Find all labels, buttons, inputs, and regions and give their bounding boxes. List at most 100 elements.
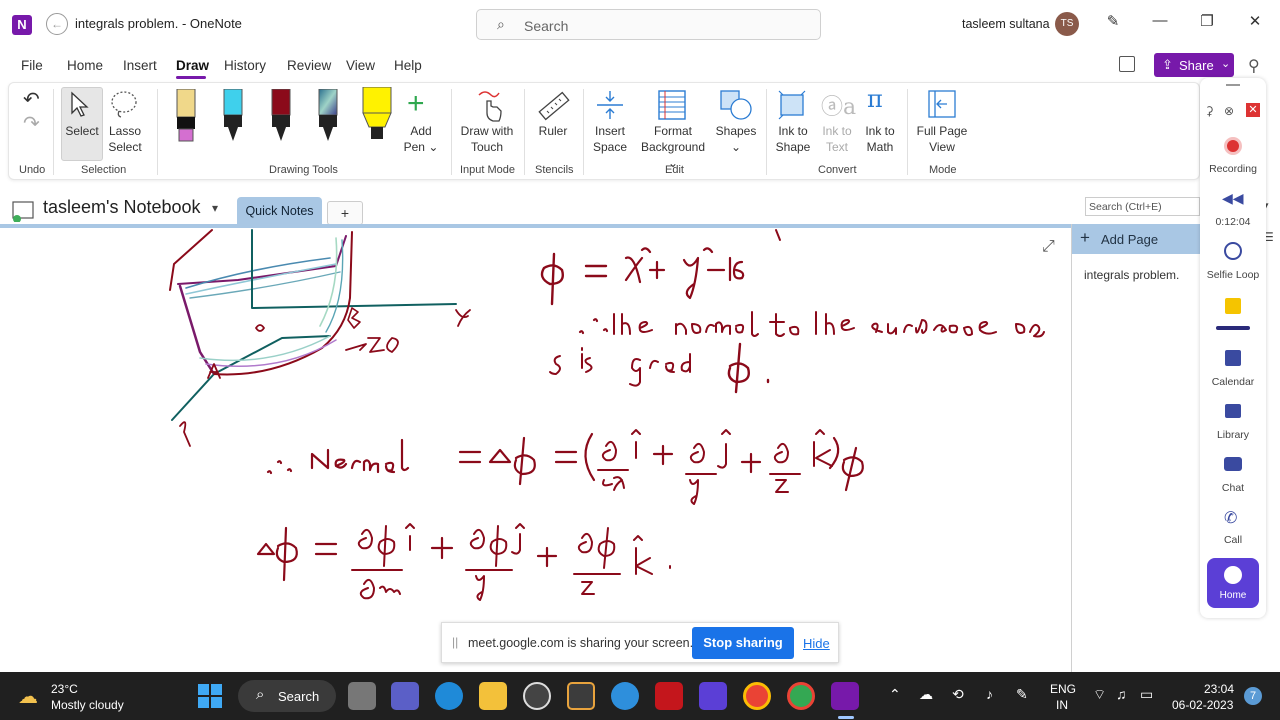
notebook-name[interactable]: tasleem's Notebook xyxy=(43,197,201,218)
stop-sharing-button[interactable]: Stop sharing xyxy=(692,627,794,659)
calendar-icon[interactable] xyxy=(1225,350,1241,366)
ink-to-math-button[interactable]: Ink to Math xyxy=(858,123,902,155)
clock-date[interactable]: 06-02-2023 xyxy=(1172,698,1233,712)
selfie-icon[interactable] xyxy=(1224,242,1242,260)
cloud-icon[interactable]: ☁ xyxy=(919,686,933,703)
back-arrow-icon[interactable]: ← xyxy=(46,13,68,35)
file-explorer-icon[interactable] xyxy=(479,682,507,710)
share-button[interactable]: ⇪ Share ⌄ xyxy=(1154,53,1234,77)
undo-icon[interactable]: ↶ xyxy=(23,87,40,112)
ink-math-label-2: Math xyxy=(866,140,894,154)
search-input[interactable]: ⌕ Search xyxy=(476,9,821,40)
task-view-icon[interactable] xyxy=(348,682,376,710)
chrome-profile-icon[interactable] xyxy=(787,682,815,710)
redo-icon[interactable]: ↷ xyxy=(23,111,40,136)
app-icon[interactable] xyxy=(523,682,551,710)
weather-icon[interactable]: ☁ xyxy=(18,684,38,709)
wifi-icon[interactable]: ⌔ xyxy=(1093,686,1106,704)
menu-home[interactable]: Home xyxy=(67,58,103,73)
tab-quick-notes[interactable]: Quick Notes xyxy=(237,197,322,225)
hide-link[interactable]: Hide xyxy=(803,636,830,651)
store-icon[interactable] xyxy=(567,682,595,710)
feedback-icon[interactable]: ⚲ xyxy=(1248,56,1260,76)
library-icon[interactable] xyxy=(1225,404,1241,418)
temperature[interactable]: 23°C xyxy=(51,682,78,696)
full-page-view-button[interactable]: Full Page View xyxy=(913,123,971,155)
pencil-beige-icon[interactable] xyxy=(175,89,197,143)
rewind-icon[interactable]: ◀◀ xyxy=(1222,190,1244,207)
highlighter-yellow-icon[interactable] xyxy=(361,87,395,143)
shapes-button[interactable]: Shapes ⌄ xyxy=(713,123,759,155)
recorder-app-icon[interactable] xyxy=(699,682,727,710)
group-edit: Edit xyxy=(665,164,684,176)
menu-history[interactable]: History xyxy=(224,58,266,73)
group-input-mode: Input Mode xyxy=(460,164,516,176)
full-page-label-2: View xyxy=(929,140,955,154)
record-icon[interactable] xyxy=(1224,137,1242,155)
weather-text[interactable]: Mostly cloudy xyxy=(51,698,124,712)
chevron-up-icon[interactable]: ⌃ xyxy=(889,686,901,703)
notification-badge[interactable]: 7 xyxy=(1244,687,1262,705)
battery-icon[interactable]: ▭ xyxy=(1140,686,1153,703)
pen-icon[interactable]: ✎ xyxy=(1016,686,1028,703)
chevron-down-icon[interactable]: ▾ xyxy=(212,201,218,215)
microphone-icon[interactable]: ♪ xyxy=(986,686,993,702)
lasso-select-button[interactable]: Lasso Select xyxy=(105,123,145,155)
pen-settings-icon[interactable]: ✎ xyxy=(1098,12,1128,30)
home-button[interactable]: Home xyxy=(1207,558,1259,608)
user-name[interactable]: tasleem sultana xyxy=(962,17,1050,31)
call-icon[interactable]: ✆ xyxy=(1224,508,1237,528)
teams-icon[interactable] xyxy=(391,682,419,710)
volume-icon[interactable]: ♫ xyxy=(1116,686,1127,702)
minimize-recorder-icon[interactable]: ⊗ xyxy=(1224,104,1234,118)
pen-galaxy-icon[interactable] xyxy=(316,89,340,143)
sync-icon[interactable]: ⟲ xyxy=(952,686,964,703)
clock-time[interactable]: 23:04 xyxy=(1204,682,1234,696)
onenote-icon[interactable] xyxy=(831,682,859,710)
pin-icon[interactable]: ⚳ xyxy=(1205,104,1214,118)
insert-space-button[interactable]: Insert Space xyxy=(587,123,633,155)
menu-draw[interactable]: Draw xyxy=(176,58,209,73)
chrome-icon[interactable] xyxy=(743,682,771,710)
add-pen-button[interactable]: Add Pen ⌄ xyxy=(401,123,441,155)
recorder-panel: ⚳ ⊗ ✕ Recording ◀◀ 0:12:04 Selfie Loop C… xyxy=(1200,78,1266,618)
draw-with-touch-button[interactable]: Draw with Touch xyxy=(455,123,519,155)
minimize-icon[interactable]: — xyxy=(1145,12,1175,29)
edge-icon[interactable] xyxy=(435,682,463,710)
recording-timer: 0:12:04 xyxy=(1215,216,1251,228)
menu-insert[interactable]: Insert xyxy=(123,58,157,73)
page-item[interactable]: integrals problem. xyxy=(1084,268,1179,282)
sticky-notes-icon[interactable] xyxy=(1119,56,1135,72)
pen-cyan-icon[interactable] xyxy=(221,89,245,143)
drag-handle-icon[interactable] xyxy=(1226,84,1240,86)
add-section-button[interactable]: + xyxy=(327,201,363,225)
ruler-button[interactable]: Ruler xyxy=(533,123,573,139)
draw-touch-label-1: Draw with xyxy=(460,124,514,138)
chat-icon[interactable] xyxy=(1224,457,1242,471)
pen-darkred-icon[interactable] xyxy=(269,89,293,143)
sticky-note-icon[interactable] xyxy=(1225,298,1241,314)
avatar[interactable]: TS xyxy=(1055,12,1079,36)
notebook-search-input[interactable]: Search (Ctrl+E) xyxy=(1085,197,1200,216)
taskbar-search[interactable]: ⌕ Search xyxy=(238,680,336,712)
language-line-1[interactable]: ENG xyxy=(1050,682,1076,696)
close-icon[interactable]: ✕ xyxy=(1240,12,1270,30)
divider xyxy=(1216,326,1250,330)
format-background-icon xyxy=(658,90,686,120)
note-canvas[interactable]: ⤢ xyxy=(0,228,1070,672)
close-recorder-icon[interactable]: ✕ xyxy=(1246,103,1260,117)
help-app-icon[interactable] xyxy=(611,682,639,710)
mcafee-icon[interactable] xyxy=(655,682,683,710)
add-page-button[interactable]: + Add Page xyxy=(1072,224,1201,254)
drag-handle-icon[interactable]: || xyxy=(452,635,458,649)
menu-review[interactable]: Review xyxy=(287,58,331,73)
ink-to-math-icon: π xyxy=(867,85,883,113)
start-icon[interactable] xyxy=(198,684,222,708)
menu-view[interactable]: View xyxy=(346,58,375,73)
ink-to-shape-button[interactable]: Ink to Shape xyxy=(771,123,815,155)
maximize-icon[interactable]: ❐ xyxy=(1192,12,1222,30)
language-line-2[interactable]: IN xyxy=(1056,698,1068,712)
menu-help[interactable]: Help xyxy=(394,58,422,73)
expand-icon[interactable]: ⤢ xyxy=(1042,238,1055,256)
menu-file[interactable]: File xyxy=(21,58,43,73)
